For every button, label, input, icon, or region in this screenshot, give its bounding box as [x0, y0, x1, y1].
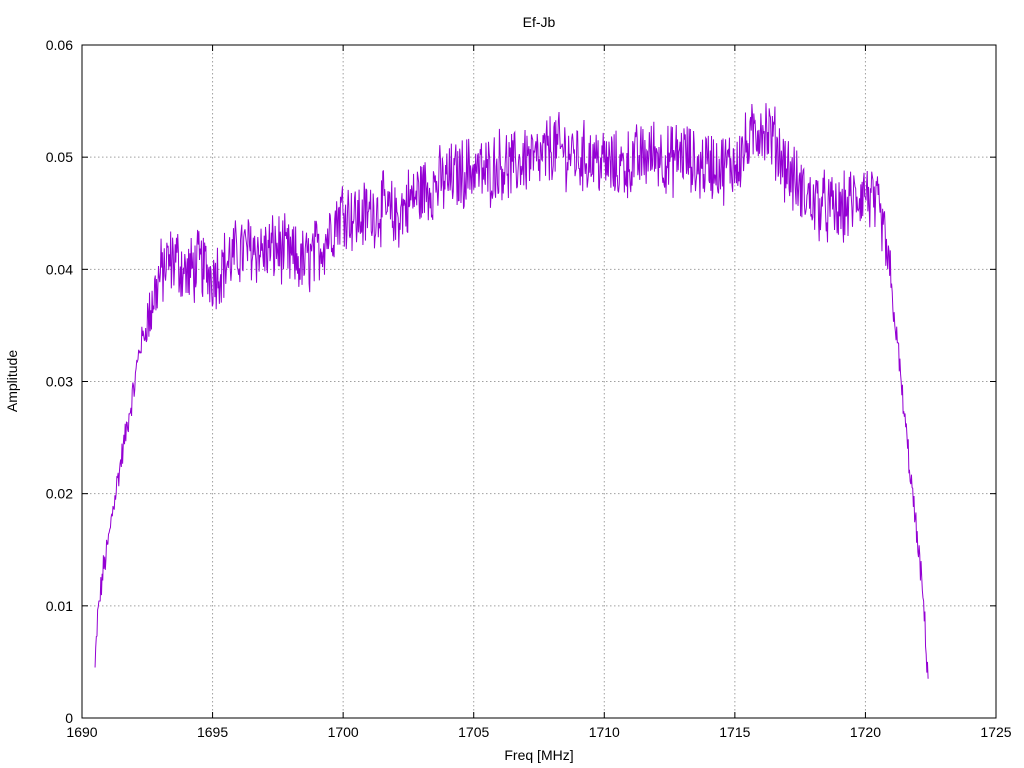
x-tick-label: 1725	[980, 724, 1011, 740]
x-tick-label: 1690	[66, 724, 97, 740]
y-tick-label: 0.05	[46, 149, 73, 165]
y-tick-label: 0.03	[46, 374, 73, 390]
y-tick-label: 0.01	[46, 598, 73, 614]
x-tick-label: 1705	[458, 724, 489, 740]
chart-background	[0, 0, 1024, 768]
x-axis-label: Freq [MHz]	[504, 747, 573, 763]
y-tick-label: 0.06	[46, 37, 73, 53]
x-tick-label: 1700	[328, 724, 359, 740]
y-tick-label: 0.04	[46, 261, 73, 277]
y-axis-label: Amplitude	[4, 350, 20, 412]
x-tick-label: 1695	[197, 724, 228, 740]
x-tick-label: 1720	[850, 724, 881, 740]
x-tick-label: 1710	[589, 724, 620, 740]
line-chart: 1690 1695 1700 1705 1710 1715 1720 1725 0 0.01 0.0…	[0, 0, 1024, 768]
y-tick-label: 0	[65, 710, 73, 726]
y-tick-label: 0.02	[46, 486, 73, 502]
x-tick-label: 1715	[719, 724, 750, 740]
chart-title: Ef-Jb	[523, 14, 556, 30]
